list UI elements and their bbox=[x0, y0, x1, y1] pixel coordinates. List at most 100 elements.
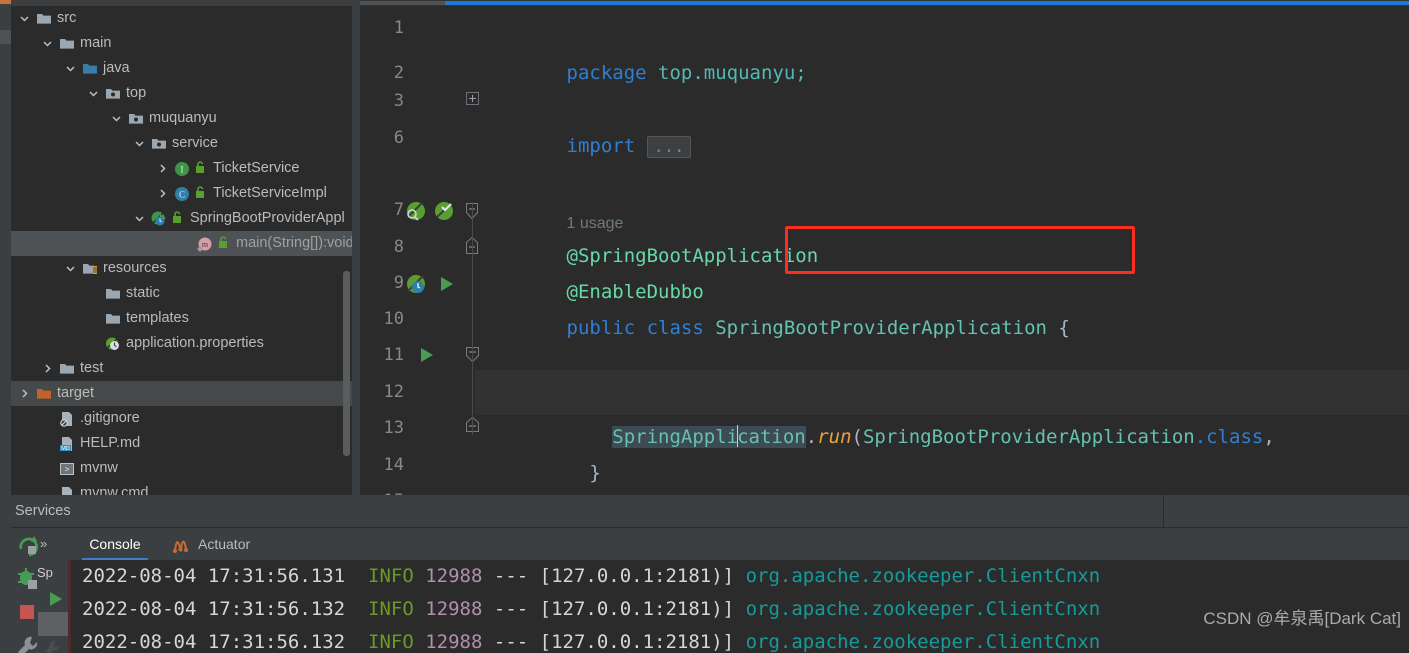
tree-item--gitignore[interactable]: .gitignore bbox=[11, 406, 352, 431]
code-line-3: import ... bbox=[475, 79, 1409, 158]
tree-item-resources[interactable]: resources bbox=[11, 256, 352, 281]
chevron-down-icon[interactable] bbox=[17, 6, 31, 31]
tree-item-mvnw-cmd[interactable]: mvnw.cmd bbox=[11, 481, 352, 495]
tree-selection-row[interactable] bbox=[38, 612, 68, 636]
running-indicator-icon bbox=[47, 590, 65, 613]
log-field-thr: [127.0.0.1:2181)] bbox=[539, 631, 735, 653]
log-field-ts: 2022-08-04 17:31:56.131 bbox=[82, 565, 346, 587]
log-field-dash: --- bbox=[493, 598, 529, 620]
folder-package-icon bbox=[150, 131, 168, 156]
tree-item-main[interactable]: main bbox=[11, 31, 352, 56]
code-text-area[interactable]: package top.muquanyu; import ... 1 usage… bbox=[475, 6, 1409, 495]
code-editor[interactable]: 1 2 3 6 7 8 9 10 11 12 13 14 15 bbox=[360, 6, 1409, 511]
chevron-down-icon[interactable] bbox=[132, 206, 146, 231]
log-field-lvl: INFO bbox=[368, 565, 414, 587]
tree-item-service[interactable]: service bbox=[11, 131, 352, 156]
chevron-right-icon[interactable] bbox=[17, 381, 31, 406]
log-field-lvl: INFO bbox=[368, 631, 414, 653]
tree-item-label: target bbox=[57, 385, 95, 401]
code-line-9: public class SpringBootProviderApplicati… bbox=[475, 261, 1409, 339]
log-field-cls: org.apache.zookeeper.ClientCnxn bbox=[745, 565, 1101, 587]
tree-item-label: main(String[]):void bbox=[236, 235, 352, 251]
tree-item-mvnw[interactable]: > mvnw bbox=[11, 456, 352, 481]
method-icon: m bbox=[196, 231, 214, 256]
watermark: CSDN @牟泉禹[Dark Cat] bbox=[1203, 609, 1401, 628]
chevron-down-icon[interactable] bbox=[132, 131, 146, 156]
run-method-icon[interactable] bbox=[418, 346, 436, 369]
services-tab-bar[interactable]: Console Actuator bbox=[68, 528, 1409, 560]
tree-item-label: service bbox=[172, 135, 218, 151]
expand-chevrons-icon[interactable]: » bbox=[40, 536, 47, 551]
left-tool-rail[interactable] bbox=[0, 0, 11, 495]
tree-item-ticketservice[interactable]: I TicketService bbox=[11, 156, 352, 181]
tree-item-help-md[interactable]: MD HELP.md bbox=[11, 431, 352, 456]
gitignore-icon bbox=[58, 406, 76, 431]
chevron-down-icon[interactable] bbox=[40, 31, 54, 56]
code-line-13: } bbox=[475, 406, 1409, 484]
ide-window: src main java top muquanyu service I TicketServ… bbox=[0, 0, 1409, 653]
chevron-down-icon[interactable] bbox=[63, 256, 77, 281]
log-field-pid: 12988 bbox=[425, 565, 483, 587]
tree-item-label: application.properties bbox=[126, 335, 264, 351]
tree-item-label: main bbox=[80, 35, 112, 51]
tree-item-test[interactable]: test bbox=[11, 356, 352, 381]
script-icon: > bbox=[58, 456, 76, 481]
svg-text:C: C bbox=[179, 190, 185, 200]
scrollbar-track bbox=[360, 1, 445, 5]
tree-item-springbootproviderappl[interactable]: SpringBootProviderAppl bbox=[11, 206, 352, 231]
tree-item-label: muquanyu bbox=[149, 110, 217, 126]
tree-item-label: resources bbox=[103, 260, 167, 276]
tab-actuator[interactable]: Actuator bbox=[198, 528, 250, 560]
tree-item-top[interactable]: top bbox=[11, 81, 352, 106]
run-triangle-icon[interactable] bbox=[438, 275, 456, 298]
folder-resource-icon bbox=[81, 256, 99, 281]
tree-item-label: static bbox=[126, 285, 160, 301]
tab-console[interactable]: Console bbox=[82, 528, 148, 560]
tree-item-src[interactable]: src bbox=[11, 6, 352, 31]
class-icon: C bbox=[173, 181, 191, 206]
chevron-down-icon[interactable] bbox=[86, 81, 100, 106]
spring-bean-icon[interactable] bbox=[406, 201, 426, 226]
tree-item-label: TicketServiceImpl bbox=[213, 185, 327, 201]
console-left-marker bbox=[68, 560, 71, 653]
tree-item-static[interactable]: static bbox=[11, 281, 352, 306]
wrench-small-icon[interactable] bbox=[44, 640, 60, 653]
folder-grey-icon bbox=[58, 356, 76, 381]
console-log-line: 2022-08-04 17:31:56.132 INFO 12988 --- [… bbox=[82, 593, 1100, 626]
project-tree[interactable]: src main java top muquanyu service I TicketServ… bbox=[11, 6, 352, 495]
tree-item-label: templates bbox=[126, 310, 189, 326]
spring-boot-run-icon[interactable] bbox=[434, 201, 454, 226]
chevron-right-icon[interactable] bbox=[155, 156, 169, 181]
chevron-down-icon[interactable] bbox=[109, 106, 123, 131]
tree-item-muquanyu[interactable]: muquanyu bbox=[11, 106, 352, 131]
svg-text:>: > bbox=[65, 465, 70, 474]
tree-item-application-properties[interactable]: application.properties bbox=[11, 331, 352, 356]
console-log-line: 2022-08-04 17:31:56.132 INFO 12988 --- [… bbox=[82, 626, 1100, 653]
editor-gutter[interactable]: 1 2 3 6 7 8 9 10 11 12 13 14 15 bbox=[360, 6, 479, 511]
services-tree-strip[interactable]: » Sp bbox=[37, 528, 68, 653]
tree-item-label: mvnw.cmd bbox=[80, 485, 149, 495]
chevron-right-icon[interactable] bbox=[155, 181, 169, 206]
project-tree-scrollbar[interactable] bbox=[343, 271, 350, 456]
tree-item-ticketserviceimpl[interactable]: C TicketServiceImpl bbox=[11, 181, 352, 206]
folder-grey-icon bbox=[35, 6, 53, 31]
chevron-right-icon[interactable] bbox=[40, 356, 54, 381]
folder-grey-icon bbox=[104, 306, 122, 331]
tree-item-templates[interactable]: templates bbox=[11, 306, 352, 331]
tree-item-label: .gitignore bbox=[80, 410, 140, 426]
tree-item-main-string-void[interactable]: m main(String[]):void bbox=[11, 231, 352, 256]
svg-text:I: I bbox=[181, 165, 184, 175]
tree-item-target[interactable]: target bbox=[11, 381, 352, 406]
services-panel: Services » Sp Console Actuator 2022-08-0… bbox=[0, 495, 1409, 653]
fold-guide-line bbox=[472, 202, 473, 435]
progress-bar bbox=[445, 1, 1409, 5]
folder-source-icon bbox=[81, 56, 99, 81]
folder-grey-icon bbox=[104, 281, 122, 306]
run-config-label[interactable]: Sp bbox=[37, 565, 53, 580]
spring-config-icon[interactable] bbox=[406, 274, 428, 301]
log-field-pid: 12988 bbox=[425, 631, 483, 653]
tree-item-java[interactable]: java bbox=[11, 56, 352, 81]
tree-item-label: TicketService bbox=[213, 160, 300, 176]
public-access-icon bbox=[193, 156, 211, 181]
chevron-down-icon[interactable] bbox=[63, 56, 77, 81]
